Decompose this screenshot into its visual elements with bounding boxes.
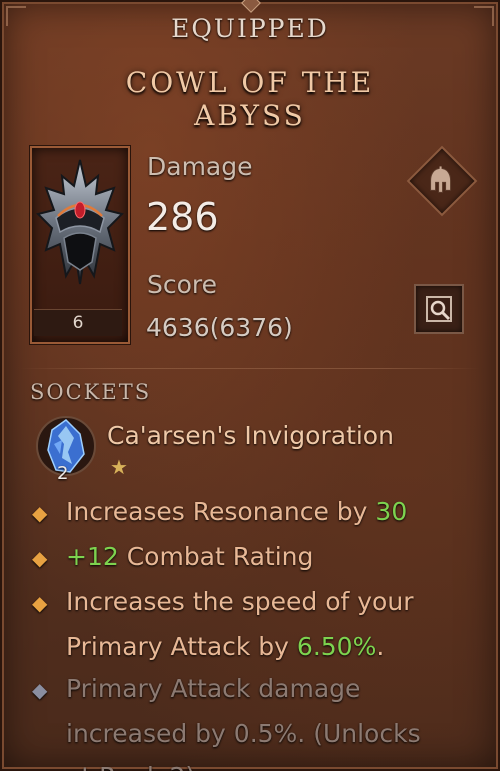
magnify-icon <box>426 296 452 322</box>
property-value: 6.50% <box>296 632 377 661</box>
score-value: 4636(6376) <box>146 313 293 342</box>
diamond-bullet-icon: ◆ <box>32 678 48 702</box>
damage-value: 286 <box>146 195 219 239</box>
inspect-button[interactable] <box>414 284 464 334</box>
helmet-icon <box>36 159 124 285</box>
score-label: Score <box>147 270 218 299</box>
property-value: +12 <box>66 542 119 571</box>
item-name-line1: COWL OF THE <box>125 66 375 99</box>
damage-label: Damage <box>147 152 253 181</box>
class-icon-button[interactable] <box>406 145 478 217</box>
item-name: COWL OF THE ABYSS <box>0 66 500 132</box>
diamond-bullet-icon: ◆ <box>32 591 48 615</box>
item-name-line2: ABYSS <box>194 99 306 132</box>
section-divider <box>20 368 480 369</box>
sockets-header: SOCKETS <box>30 380 152 404</box>
item-level-badge: 6 <box>34 309 122 336</box>
item-tooltip-panel: EQUIPPED COWL OF THE ABYSS 6 Damage 286 … <box>0 0 500 771</box>
top-ornament-icon <box>241 0 261 13</box>
gem-name: Ca'arsen's Invigoration <box>107 421 394 450</box>
locked-property-line: ◆ Primary Attack damage increased by 0.5%… <box>32 667 482 771</box>
star-icon: ★ <box>110 455 128 479</box>
diamond-bullet-icon: ◆ <box>32 501 48 525</box>
equipped-header: EQUIPPED <box>171 14 329 43</box>
gem-count: 2 <box>57 463 69 484</box>
diamond-bullet-icon: ◆ <box>32 546 48 570</box>
property-line: ◆ Increases the speed of your Primary Att… <box>32 580 482 668</box>
property-value: 30 <box>375 497 408 526</box>
spartan-helmet-icon <box>426 165 456 199</box>
property-line: ◆ Increases Resonance by 30 <box>32 490 482 535</box>
property-line: ◆ +12 Combat Rating <box>32 535 482 580</box>
